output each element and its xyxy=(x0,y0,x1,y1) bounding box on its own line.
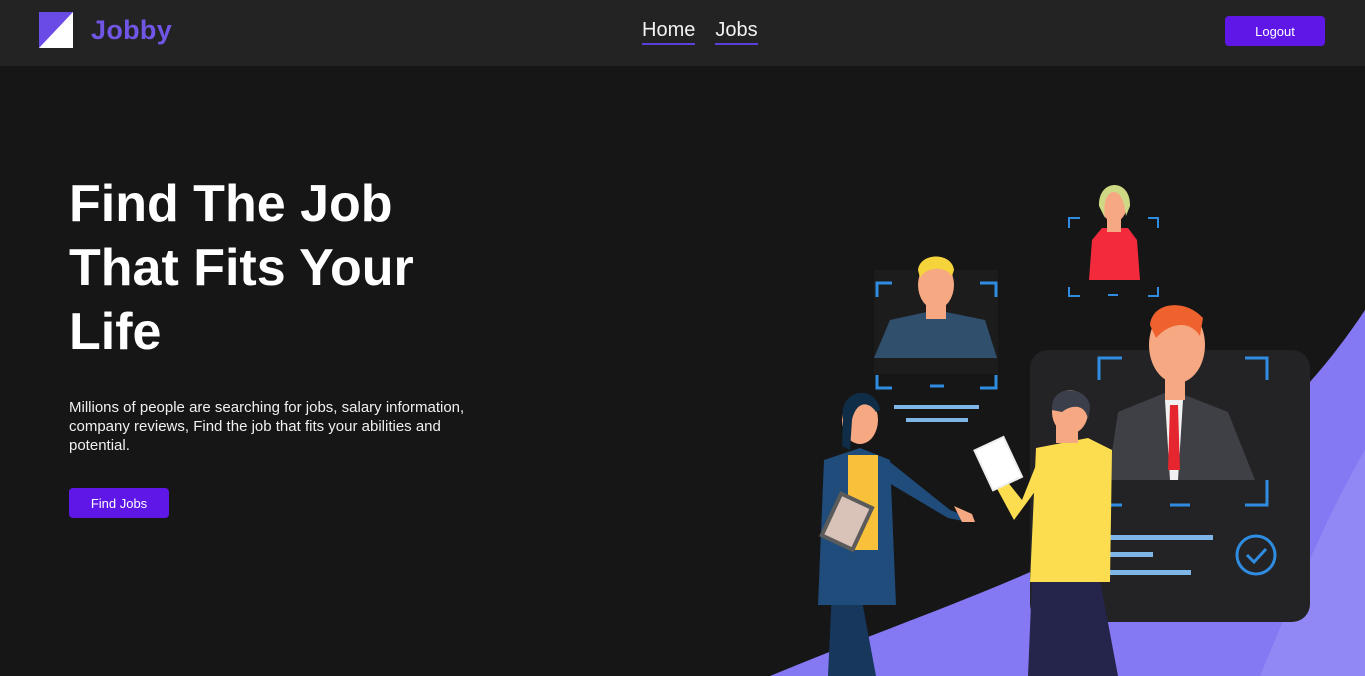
brand-name: Jobby xyxy=(91,14,173,45)
portrait-caption-line xyxy=(894,405,979,409)
nav-jobs-link[interactable]: Jobs xyxy=(715,19,758,45)
card-line xyxy=(1095,535,1213,540)
hero-title: Find The Job That Fits Your Life xyxy=(69,175,414,361)
nav-links: Home Jobs xyxy=(642,19,758,45)
find-jobs-button[interactable]: Find Jobs xyxy=(69,488,169,518)
logo-link[interactable]: Jobby xyxy=(39,12,172,48)
nav-home-link[interactable]: Home xyxy=(642,19,696,45)
logout-button[interactable]: Logout xyxy=(1225,16,1325,46)
navbar: Jobby Home Jobs Logout xyxy=(0,0,1365,66)
woman-portrait xyxy=(1089,185,1140,280)
blonde-man-portrait xyxy=(874,256,998,374)
portrait-caption-line xyxy=(906,418,968,422)
jobby-logo-icon xyxy=(39,12,73,48)
hero-description: Millions of people are searching for job… xyxy=(69,399,465,454)
job-recruitment-illustration xyxy=(770,185,1365,676)
